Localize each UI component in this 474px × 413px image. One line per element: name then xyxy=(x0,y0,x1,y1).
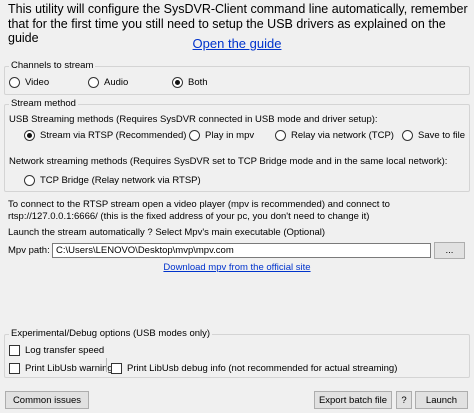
channel-video-radio[interactable]: Video xyxy=(9,77,49,88)
channels-group: Channels to stream xyxy=(4,60,470,95)
usb-mpv-label: Play in mpv xyxy=(205,130,255,141)
usb-save-radio[interactable]: Save to file xyxy=(402,130,465,141)
log-speed-checkbox[interactable]: Log transfer speed xyxy=(9,345,104,356)
channel-audio-radio[interactable]: Audio xyxy=(88,77,128,88)
common-issues-button[interactable]: Common issues xyxy=(5,391,89,409)
tcp-bridge-radio[interactable]: TCP Bridge (Relay network via RTSP) xyxy=(24,175,201,186)
rtsp-notice: To connect to the RTSP stream open a vid… xyxy=(8,199,390,222)
radio-indicator xyxy=(9,77,20,88)
debug-options-legend: Experimental/Debug options (USB modes on… xyxy=(9,328,213,340)
mpv-path-input[interactable]: C:\Users\LENOVO\Desktop\mvp\mpv.com xyxy=(52,243,431,258)
radio-indicator xyxy=(24,130,35,141)
checkbox-indicator xyxy=(111,363,122,374)
radio-indicator xyxy=(88,77,99,88)
log-speed-label: Log transfer speed xyxy=(25,345,105,356)
usb-relay-label: Relay via network (TCP) xyxy=(291,130,394,141)
download-mpv-link[interactable]: Download mpv from the official site xyxy=(0,262,474,273)
checkbox-indicator xyxy=(9,363,20,374)
channel-both-radio[interactable]: Both xyxy=(172,77,208,88)
radio-indicator xyxy=(275,130,286,141)
libusb-warnings-checkbox[interactable]: Print LibUsb warnings xyxy=(9,363,117,374)
mpv-path-label: Mpv path: xyxy=(8,245,50,256)
usb-methods-label: USB Streaming methods (Requires SysDVR c… xyxy=(9,114,378,125)
radio-indicator xyxy=(189,130,200,141)
open-guide-link[interactable]: Open the guide xyxy=(0,36,474,51)
export-batch-button[interactable]: Export batch file xyxy=(314,391,392,409)
launch-label: Launch the stream automatically ? Select… xyxy=(8,227,326,238)
usb-rtsp-radio[interactable]: Stream via RTSP (Recommended) xyxy=(24,130,186,141)
usb-save-label: Save to file xyxy=(418,130,465,141)
usb-rtsp-label: Stream via RTSP (Recommended) xyxy=(40,130,187,141)
channels-legend: Channels to stream xyxy=(9,60,96,72)
channel-both-label: Both xyxy=(188,77,208,88)
launch-button[interactable]: Launch xyxy=(415,391,468,409)
usb-relay-radio[interactable]: Relay via network (TCP) xyxy=(275,130,394,141)
radio-indicator xyxy=(402,130,413,141)
usb-mpv-radio[interactable]: Play in mpv xyxy=(189,130,254,141)
checkbox-indicator xyxy=(9,345,20,356)
libusb-warnings-label: Print LibUsb warnings xyxy=(25,363,118,374)
help-button[interactable]: ? xyxy=(396,391,412,409)
stream-method-legend: Stream method xyxy=(9,98,78,110)
browse-button[interactable]: ... xyxy=(434,242,465,259)
channel-audio-label: Audio xyxy=(104,77,129,88)
network-methods-label: Network streaming methods (Requires SysD… xyxy=(9,156,448,167)
radio-indicator xyxy=(172,77,183,88)
channel-video-label: Video xyxy=(25,77,50,88)
libusb-debug-label: Print LibUsb debug info (not recommended… xyxy=(127,363,398,374)
tcp-bridge-label: TCP Bridge (Relay network via RTSP) xyxy=(40,175,201,186)
libusb-debug-checkbox[interactable]: Print LibUsb debug info (not recommended… xyxy=(111,363,397,374)
debug-separator xyxy=(106,358,107,372)
radio-indicator xyxy=(24,175,35,186)
